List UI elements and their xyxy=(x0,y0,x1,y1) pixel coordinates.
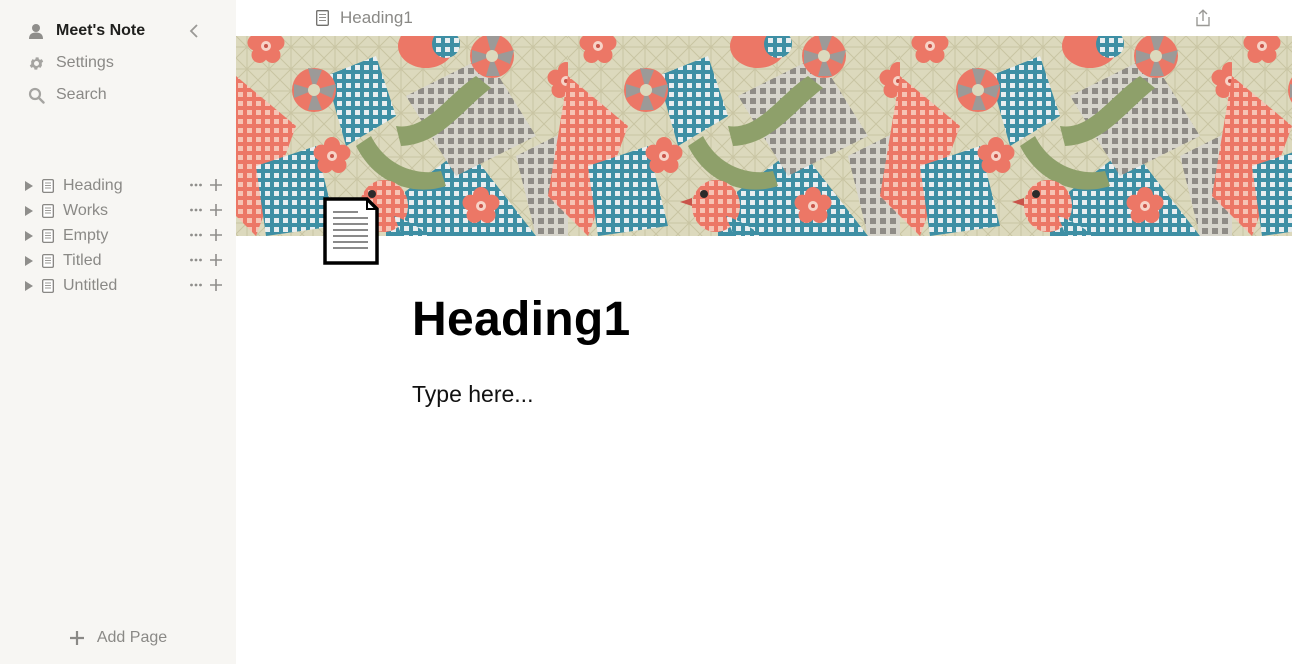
chevron-left-icon xyxy=(189,24,198,38)
person-icon xyxy=(27,22,45,40)
sidebar-item-search[interactable]: Search xyxy=(0,79,236,111)
expand-toggle[interactable] xyxy=(24,205,34,216)
page-tree-item[interactable]: Heading xyxy=(0,173,236,198)
document-icon xyxy=(42,178,54,193)
caret-right-icon xyxy=(25,180,33,191)
cover-pattern xyxy=(236,36,1292,236)
document-icon xyxy=(42,203,54,218)
caret-right-icon xyxy=(25,230,33,241)
share-button[interactable] xyxy=(1193,8,1213,28)
page-tree: Heading Works Empty Titled Untitled xyxy=(0,173,236,298)
expand-toggle[interactable] xyxy=(24,180,34,191)
add-subpage-button[interactable] xyxy=(208,202,223,217)
add-subpage-button[interactable] xyxy=(208,252,223,267)
workspace-switcher[interactable]: Meet's Note xyxy=(0,15,236,47)
workspace-name: Meet's Note xyxy=(56,22,146,39)
page-icon[interactable] xyxy=(322,196,380,266)
ellipsis-icon xyxy=(190,208,202,212)
collapse-sidebar-button[interactable] xyxy=(184,21,204,41)
document-icon xyxy=(323,197,379,265)
page-tree-item[interactable]: Titled xyxy=(0,248,236,273)
expand-toggle[interactable] xyxy=(24,230,34,241)
plus-icon xyxy=(209,253,222,266)
document-icon xyxy=(42,253,54,268)
sidebar-item-search-label: Search xyxy=(56,86,107,103)
add-subpage-button[interactable] xyxy=(208,177,223,192)
expand-toggle[interactable] xyxy=(24,280,34,291)
plus-icon xyxy=(209,278,222,291)
page-tree-item[interactable]: Works xyxy=(0,198,236,223)
expand-toggle[interactable] xyxy=(24,255,34,266)
add-subpage-button[interactable] xyxy=(208,227,223,242)
breadcrumb[interactable]: Heading1 xyxy=(316,8,413,28)
page-title[interactable]: Heading1 xyxy=(412,292,630,347)
more-options-button[interactable] xyxy=(188,253,204,267)
sidebar-item-settings[interactable]: Settings xyxy=(0,47,236,79)
sidebar-item-settings-label: Settings xyxy=(56,54,114,71)
search-icon xyxy=(27,86,45,104)
cover-image[interactable] xyxy=(236,36,1292,236)
more-options-button[interactable] xyxy=(188,178,204,192)
caret-right-icon xyxy=(25,205,33,216)
sidebar-top: Meet's Note Settings Search xyxy=(0,15,236,111)
page-tree-item-label: Titled xyxy=(63,251,102,269)
share-icon xyxy=(1196,9,1210,27)
breadcrumb-label: Heading1 xyxy=(340,8,413,27)
document-icon xyxy=(42,228,54,243)
plus-icon xyxy=(69,630,85,646)
page-tree-item[interactable]: Empty xyxy=(0,223,236,248)
more-options-button[interactable] xyxy=(188,203,204,217)
plus-icon xyxy=(209,178,222,191)
add-page-label: Add Page xyxy=(96,629,168,646)
more-options-button[interactable] xyxy=(188,278,204,292)
ellipsis-icon xyxy=(190,183,202,187)
page-tree-item-label: Works xyxy=(63,201,109,219)
ellipsis-icon xyxy=(190,258,202,262)
plus-icon xyxy=(209,228,222,241)
document-icon xyxy=(42,278,54,293)
plus-icon xyxy=(209,203,222,216)
caret-right-icon xyxy=(25,255,33,266)
page-tree-item-label: Heading xyxy=(63,176,123,194)
sidebar: Meet's Note Settings Search Heading Work… xyxy=(0,0,236,664)
page-tree-item-label: Empty xyxy=(63,226,109,244)
add-subpage-button[interactable] xyxy=(208,277,223,292)
gear-icon xyxy=(27,54,45,72)
ellipsis-icon xyxy=(190,283,202,287)
page-tree-item[interactable]: Untitled xyxy=(0,273,236,298)
document-icon xyxy=(316,10,330,26)
more-options-button[interactable] xyxy=(188,228,204,242)
editor-body[interactable]: Type here... xyxy=(412,381,533,408)
add-page-button[interactable]: Add Page xyxy=(0,624,236,652)
topbar: Heading1 xyxy=(236,0,1292,36)
caret-right-icon xyxy=(25,280,33,291)
page-tree-item-label: Untitled xyxy=(63,276,118,294)
ellipsis-icon xyxy=(190,233,202,237)
